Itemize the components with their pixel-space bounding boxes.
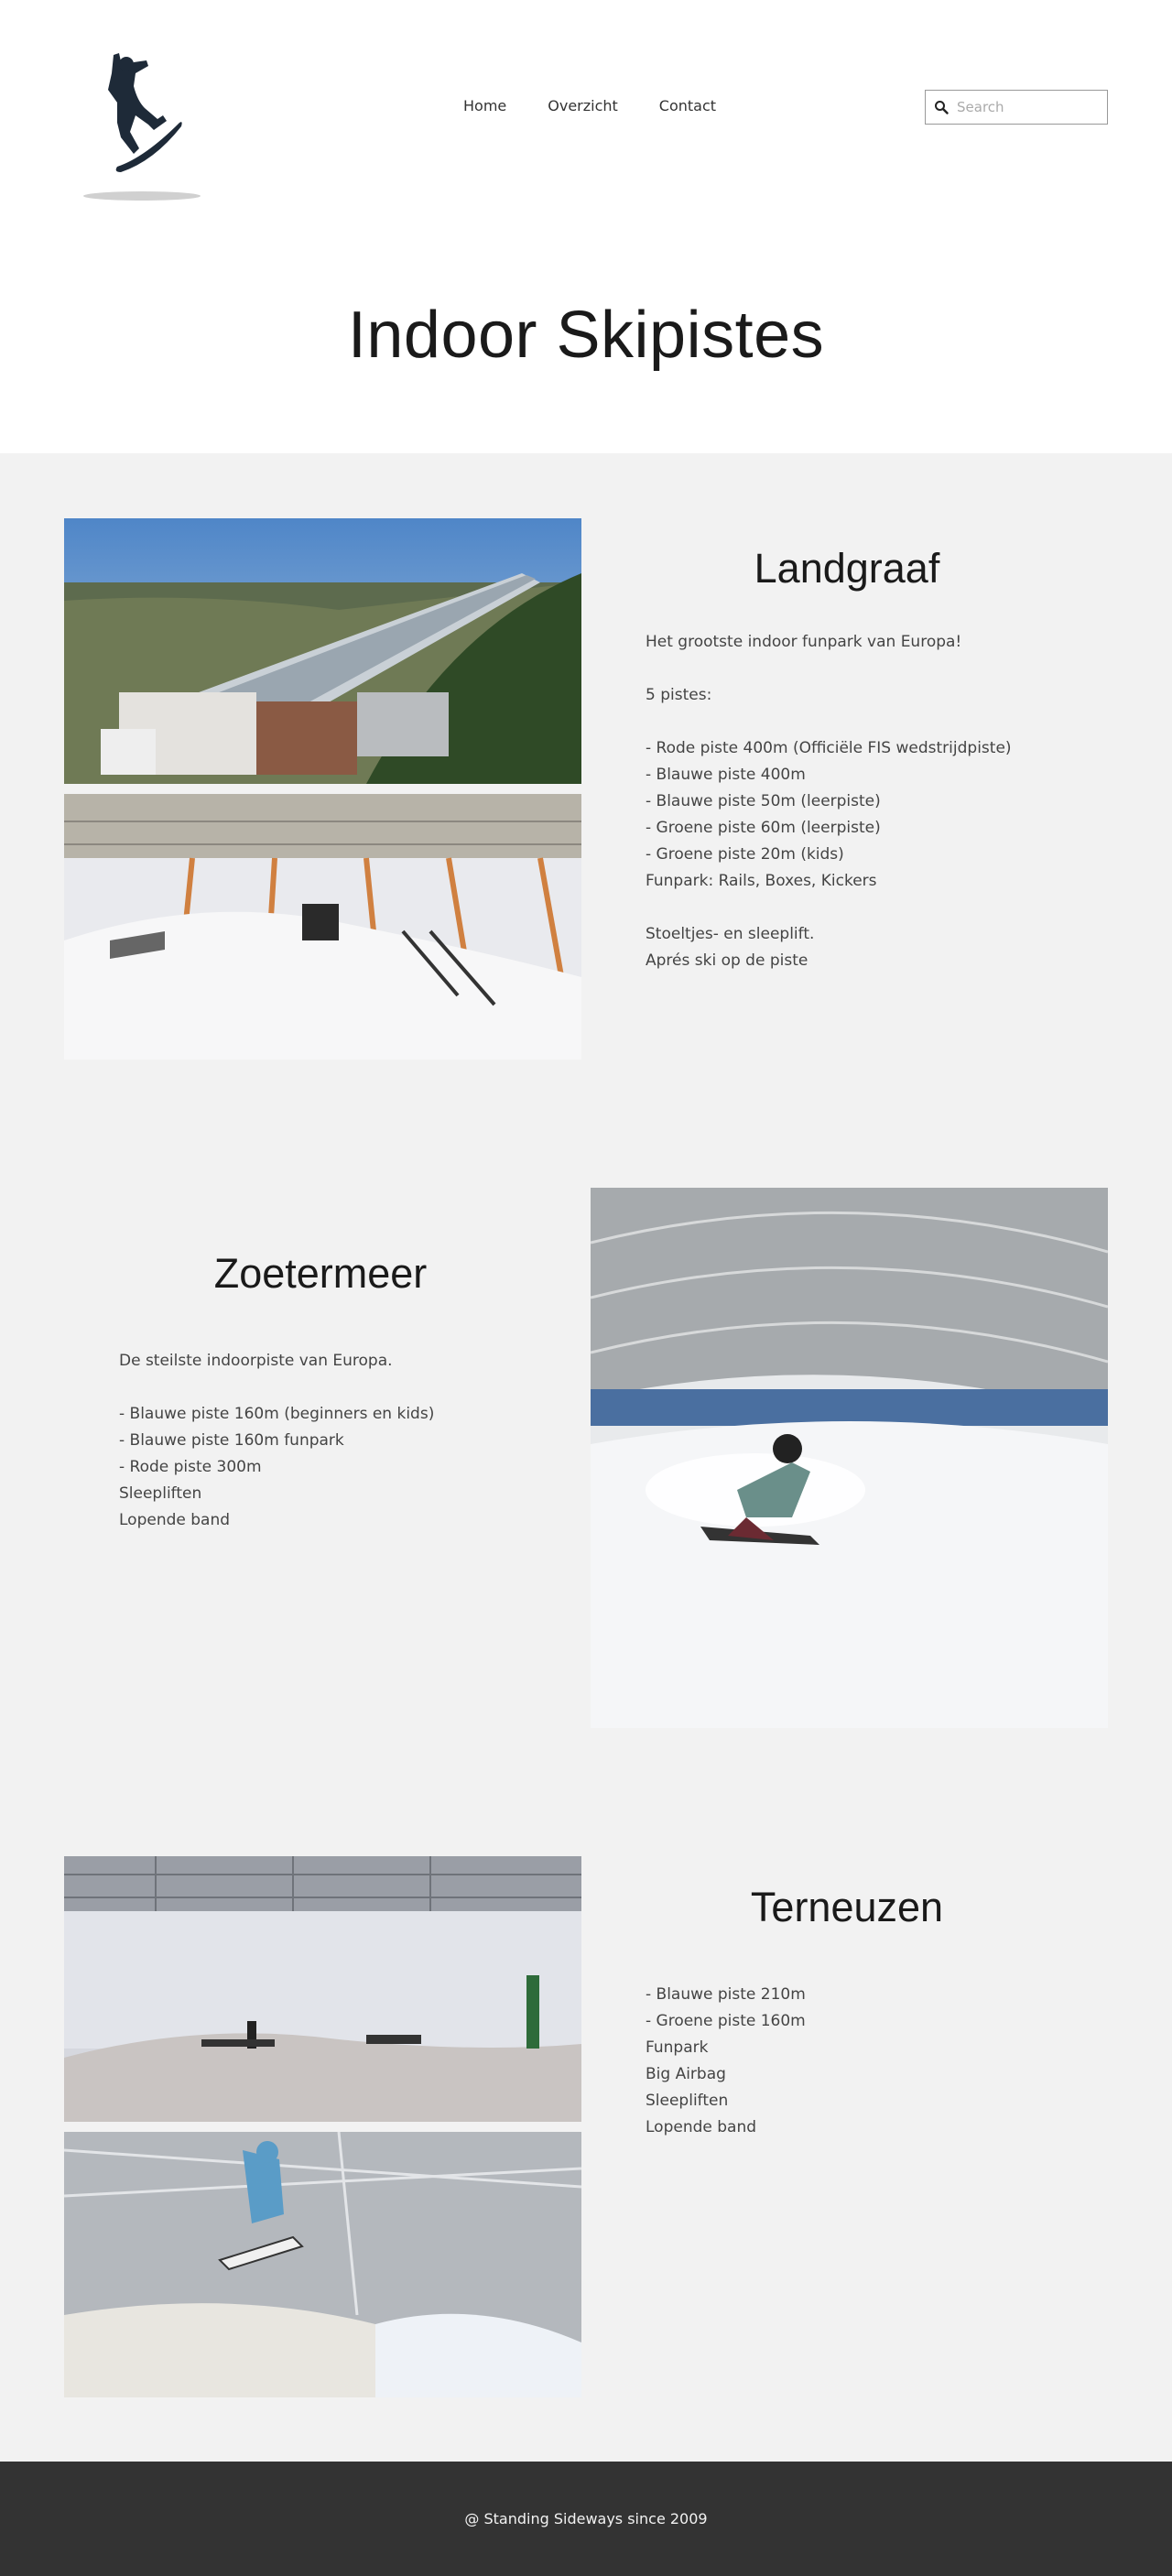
section-line: - Groene piste 160m bbox=[646, 2012, 806, 2030]
nav-overzicht-link[interactable]: Overzicht bbox=[548, 97, 618, 114]
nav-contact-link[interactable]: Contact bbox=[659, 97, 716, 114]
section-line: Funpark: Rails, Boxes, Kickers bbox=[646, 872, 877, 890]
section-line bbox=[646, 895, 1048, 921]
main-content: Landgraaf Het grootste indoor funpark va… bbox=[0, 453, 1172, 2462]
section-line bbox=[119, 1375, 522, 1401]
title-area: Indoor Skipistes bbox=[0, 229, 1172, 453]
nav-home-link[interactable]: Home bbox=[463, 97, 506, 114]
section-line: - Blauwe piste 210m bbox=[646, 1985, 806, 2004]
site-footer: @ Standing Sideways since 2009 bbox=[0, 2462, 1172, 2576]
section-line: Aprés ski op de piste bbox=[646, 951, 808, 970]
section-body: Het grootste indoor funpark van Europa! … bbox=[646, 629, 1048, 974]
main-nav: Home Overzicht Contact bbox=[463, 97, 757, 114]
section-line: - Blauwe piste 400m bbox=[646, 766, 806, 784]
section-line: - Blauwe piste 160m funpark bbox=[119, 1431, 344, 1450]
search-box[interactable] bbox=[925, 90, 1108, 125]
section-line: Funpark bbox=[646, 2038, 709, 2057]
terneuzen-funpark-image bbox=[64, 1856, 581, 2122]
landgraaf-aerial-image bbox=[64, 518, 581, 784]
section-line bbox=[646, 656, 1048, 682]
terneuzen-airbag-image bbox=[64, 2132, 581, 2397]
section-line: - Groene piste 60m (leerpiste) bbox=[646, 819, 881, 837]
section-line: - Blauwe piste 50m (leerpiste) bbox=[646, 792, 881, 810]
section-line: Lopende band bbox=[646, 2118, 757, 2136]
section-line: - Groene piste 20m (kids) bbox=[646, 845, 844, 864]
section-line: Stoeltjes- en sleeplift. bbox=[646, 925, 815, 943]
section-line: Sleepliften bbox=[646, 2092, 729, 2110]
zoetermeer-snowboarder-image bbox=[591, 1188, 1108, 1728]
section-title: Zoetermeer bbox=[213, 1250, 428, 1297]
zoetermeer-text: Zoetermeer De steilste indoorpiste van E… bbox=[119, 1250, 522, 1534]
section-line: - Blauwe piste 160m (beginners en kids) bbox=[119, 1405, 435, 1423]
landgraaf-funpark-image bbox=[64, 794, 581, 1060]
section-body: De steilste indoorpiste van Europa. - Bl… bbox=[119, 1348, 522, 1534]
site-header: Home Overzicht Contact bbox=[0, 0, 1172, 229]
section-line: Big Airbag bbox=[646, 2065, 726, 2083]
section-line: Lopende band bbox=[119, 1511, 231, 1529]
section-line: - Rode piste 400m (Officiële FIS wedstri… bbox=[646, 739, 1012, 757]
footer-copyright: @ Standing Sideways since 2009 bbox=[464, 2510, 708, 2527]
section-line: De steilste indoorpiste van Europa. bbox=[119, 1352, 393, 1370]
section-body: - Blauwe piste 210m - Groene piste 160m … bbox=[646, 1982, 1048, 2141]
search-input[interactable] bbox=[957, 99, 1094, 115]
section-line: Sleepliften bbox=[119, 1484, 202, 1503]
search-icon[interactable] bbox=[926, 91, 957, 124]
section-line bbox=[646, 709, 1048, 735]
section-title: Terneuzen bbox=[750, 1884, 944, 1930]
terneuzen-text: Terneuzen - Blauwe piste 210m - Groene p… bbox=[646, 1884, 1048, 2141]
section-title: Landgraaf bbox=[754, 545, 940, 592]
section-line: Het grootste indoor funpark van Europa! bbox=[646, 633, 962, 651]
landgraaf-text: Landgraaf Het grootste indoor funpark va… bbox=[646, 545, 1048, 974]
section-line: - Rode piste 300m bbox=[119, 1458, 262, 1476]
snowboarder-logo-icon[interactable] bbox=[81, 49, 204, 205]
section-line: 5 pistes: bbox=[646, 686, 712, 704]
page-title: Indoor Skipistes bbox=[347, 299, 825, 372]
